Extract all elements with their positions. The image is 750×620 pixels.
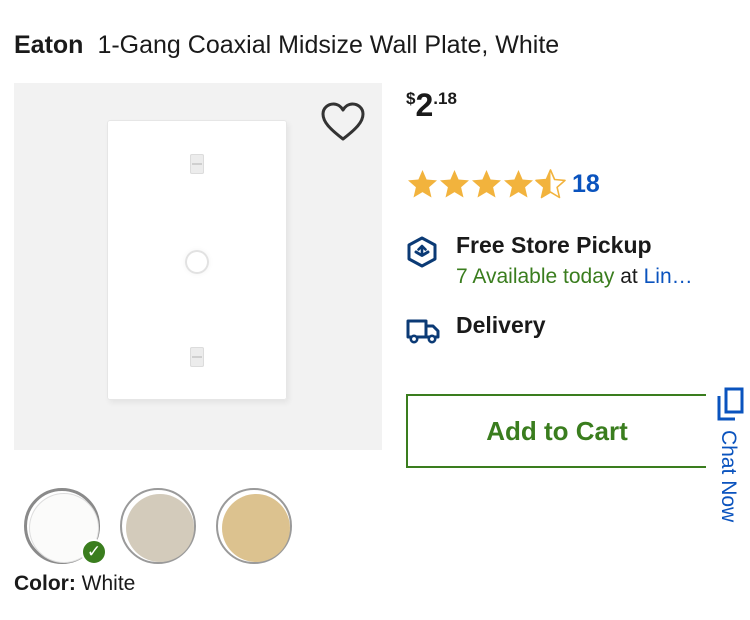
chat-now-label: Chat Now xyxy=(717,430,740,523)
wall-plate-image xyxy=(107,120,287,400)
price-cents: .18 xyxy=(433,89,457,108)
star-icon xyxy=(408,170,437,198)
screw-bottom xyxy=(190,347,204,367)
color-value: White xyxy=(81,572,136,595)
pickup-title: Free Store Pickup xyxy=(456,232,652,258)
swatch-color xyxy=(126,494,194,562)
pickup-availability: 7 Available today at Lin… xyxy=(456,265,736,289)
product-page: Eaton 1-Gang Coaxial Midsize Wall Plate, … xyxy=(0,0,750,620)
swatch-color xyxy=(222,494,290,562)
delivery-truck-icon xyxy=(406,319,440,344)
product-brand[interactable]: Eaton xyxy=(14,31,83,59)
at-text: at xyxy=(620,265,638,288)
color-swatch[interactable] xyxy=(120,488,196,564)
color-swatch[interactable] xyxy=(216,488,292,564)
review-count-link[interactable]: 18 xyxy=(572,170,600,199)
color-label: Color: xyxy=(14,572,76,595)
favorite-heart-icon[interactable] xyxy=(320,100,366,144)
availability-text: 7 Available today xyxy=(456,265,615,288)
star-icon xyxy=(472,170,501,198)
product-name: 1-Gang Coaxial Midsize Wall Plate, White xyxy=(97,31,560,59)
star-icon xyxy=(504,170,533,198)
chat-now-tab[interactable]: Chat Now xyxy=(706,384,750,546)
price-dollars: 2 xyxy=(415,87,434,123)
star-icon xyxy=(535,169,566,199)
add-to-cart-button[interactable]: Add to Cart xyxy=(406,394,706,468)
selected-color: Color: White xyxy=(14,572,135,596)
coax-hole xyxy=(185,250,209,274)
screw-top xyxy=(190,154,204,174)
store-link[interactable]: Lin… xyxy=(644,265,693,288)
product-price: $2.18 xyxy=(406,86,457,124)
pickup-box-icon xyxy=(407,236,437,268)
product-title: Eaton 1-Gang Coaxial Midsize Wall Plate, … xyxy=(14,30,559,60)
delivery-title: Delivery xyxy=(456,312,546,338)
price-currency: $ xyxy=(406,89,416,108)
color-swatch[interactable]: ✓ xyxy=(24,488,107,565)
rating-summary[interactable]: 18 xyxy=(406,168,600,200)
copy-chat-icon xyxy=(717,387,744,421)
selected-check-icon: ✓ xyxy=(81,539,107,565)
star-icon xyxy=(440,170,469,198)
star-rating xyxy=(406,168,566,200)
